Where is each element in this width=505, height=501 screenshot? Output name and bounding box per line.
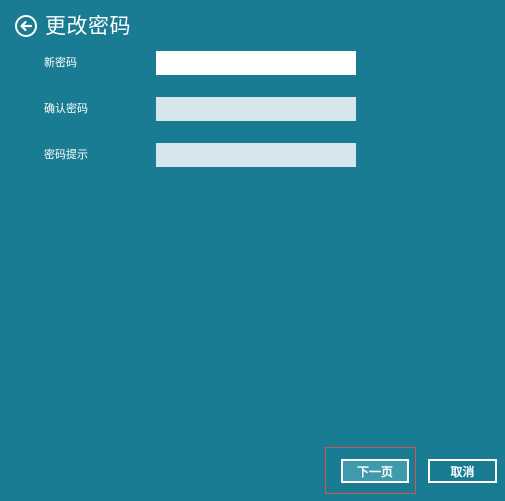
back-arrow-circle-icon — [15, 15, 37, 37]
password-hint-input[interactable] — [156, 143, 356, 167]
page-title: 更改密码 — [45, 14, 131, 38]
back-button[interactable] — [14, 14, 38, 38]
password-hint-label: 密码提示 — [44, 148, 88, 161]
new-password-row: 新密码 — [44, 51, 356, 75]
confirm-password-row: 确认密码 — [44, 97, 356, 121]
confirm-password-label: 确认密码 — [44, 102, 88, 115]
next-button[interactable]: 下一页 — [341, 459, 409, 483]
new-password-input[interactable] — [156, 51, 356, 75]
confirm-password-input[interactable] — [156, 97, 356, 121]
page-header: 更改密码 — [14, 12, 131, 40]
password-hint-row: 密码提示 — [44, 143, 356, 167]
new-password-label: 新密码 — [44, 56, 77, 69]
cancel-button[interactable]: 取消 — [428, 459, 497, 483]
